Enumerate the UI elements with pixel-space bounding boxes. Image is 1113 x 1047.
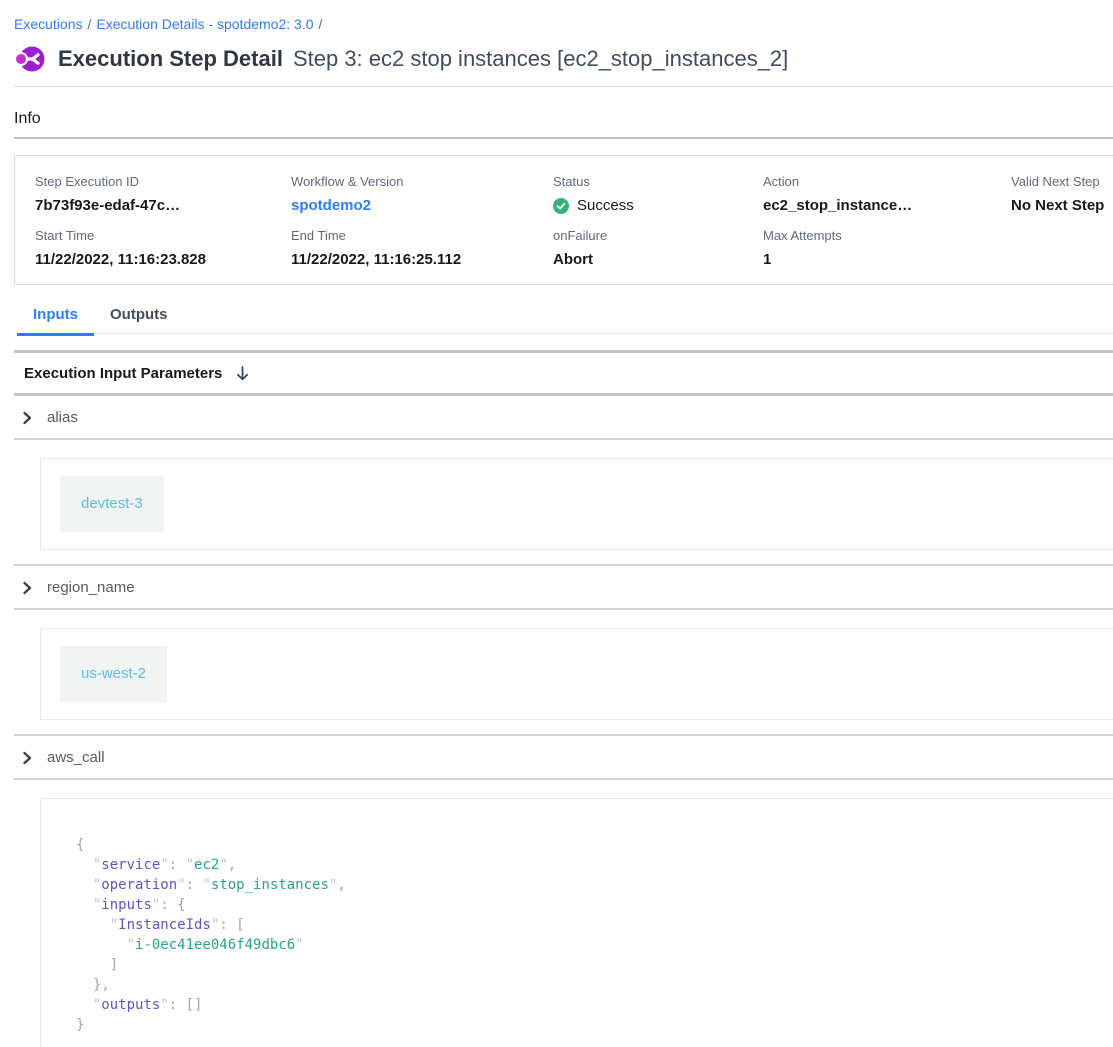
json-code-block: { "service": "ec2", "operation": "stop_i…: [76, 835, 1113, 1035]
execution-input-parameters-header: Execution Input Parameters: [14, 350, 1113, 396]
param-row-aws-call[interactable]: aws_call: [14, 734, 1113, 780]
param-row-region-name[interactable]: region_name: [14, 564, 1113, 610]
page-header: Execution Step Detail Step 3: ec2 stop i…: [14, 45, 1113, 73]
page-title-main: Execution Step Detail: [58, 46, 283, 72]
field-label: onFailure: [553, 228, 763, 243]
param-value-box: devtest-3: [40, 458, 1113, 550]
breadcrumb-separator: /: [314, 16, 328, 32]
field-start-time: Start Time 11/22/2022, 11:16:23.828: [35, 228, 291, 268]
param-value-badge: us-west-2: [60, 646, 167, 702]
field-value: 1: [763, 251, 1011, 268]
field-label: Max Attempts: [763, 228, 1011, 243]
status-text: Success: [577, 197, 634, 214]
chevron-right-icon: [20, 411, 34, 425]
field-value: 7b73f93e-edaf-47c…: [35, 197, 291, 214]
tab-inputs[interactable]: Inputs: [17, 306, 94, 333]
chevron-right-icon: [20, 581, 34, 595]
param-value-badge: devtest-3: [60, 476, 164, 532]
workflow-logo-icon: [14, 45, 45, 73]
field-label: Valid Next Step: [1011, 174, 1113, 189]
breadcrumb-link-execution-details[interactable]: Execution Details - spotdemo2: 3.0: [96, 16, 313, 32]
breadcrumb: Executions/Execution Details - spotdemo2…: [14, 0, 1113, 32]
execution-step-detail-page: Executions/Execution Details - spotdemo2…: [0, 0, 1113, 1047]
field-onfailure: onFailure Abort: [553, 228, 763, 268]
field-label: Start Time: [35, 228, 291, 243]
field-value: No Next Step: [1011, 197, 1113, 214]
step-info-card: Step Execution ID 7b73f93e-edaf-47c… Wor…: [14, 155, 1113, 285]
page-title-step: Step 3: ec2 stop instances [ec2_stop_ins…: [293, 46, 788, 72]
workflow-link[interactable]: spotdemo2: [291, 197, 371, 214]
field-value: 11/22/2022, 11:16:25.112: [291, 251, 553, 268]
breadcrumb-link-executions[interactable]: Executions: [14, 16, 82, 32]
param-section-aws-call: aws_call { "service": "ec2", "operation"…: [14, 734, 1113, 1047]
arrow-down-icon[interactable]: [234, 365, 251, 382]
chevron-right-icon: [20, 751, 34, 765]
param-section-region-name: region_name us-west-2: [14, 564, 1113, 720]
field-step-execution-id: Step Execution ID 7b73f93e-edaf-47c…: [35, 174, 291, 214]
field-valid-next-step: Valid Next Step No Next Step: [1011, 174, 1113, 214]
info-section-heading: Info: [14, 110, 1113, 128]
field-label: End Time: [291, 228, 553, 243]
field-status: Status Success: [553, 174, 763, 214]
info-divider: [14, 137, 1113, 139]
title-divider: [14, 86, 1113, 87]
tab-outputs[interactable]: Outputs: [94, 306, 184, 333]
field-label: Step Execution ID: [35, 174, 291, 189]
parameters-heading-label: Execution Input Parameters: [24, 365, 222, 382]
field-label: Action: [763, 174, 1011, 189]
field-workflow-version: Workflow & Version spotdemo2: [291, 174, 553, 214]
tab-bar: Inputs Outputs: [17, 306, 1113, 334]
param-section-alias: alias devtest-3: [14, 396, 1113, 550]
success-check-icon: [553, 198, 569, 214]
status-badge: Success: [553, 197, 763, 214]
breadcrumb-separator: /: [82, 16, 96, 32]
param-name: alias: [47, 409, 78, 426]
field-value: Abort: [553, 251, 763, 268]
field-end-time: End Time 11/22/2022, 11:16:25.112: [291, 228, 553, 268]
param-name: region_name: [47, 579, 135, 596]
param-row-alias[interactable]: alias: [14, 396, 1113, 440]
param-name: aws_call: [47, 749, 105, 766]
field-label: Status: [553, 174, 763, 189]
field-max-attempts: Max Attempts 1: [763, 228, 1011, 268]
field-value: 11/22/2022, 11:16:23.828: [35, 251, 291, 268]
page-title: Execution Step Detail Step 3: ec2 stop i…: [58, 46, 788, 72]
param-json-box: { "service": "ec2", "operation": "stop_i…: [40, 798, 1113, 1047]
field-action: Action ec2_stop_instance…: [763, 174, 1011, 214]
field-value: ec2_stop_instance…: [763, 197, 1011, 214]
param-value-box: us-west-2: [40, 628, 1113, 720]
field-label: Workflow & Version: [291, 174, 553, 189]
